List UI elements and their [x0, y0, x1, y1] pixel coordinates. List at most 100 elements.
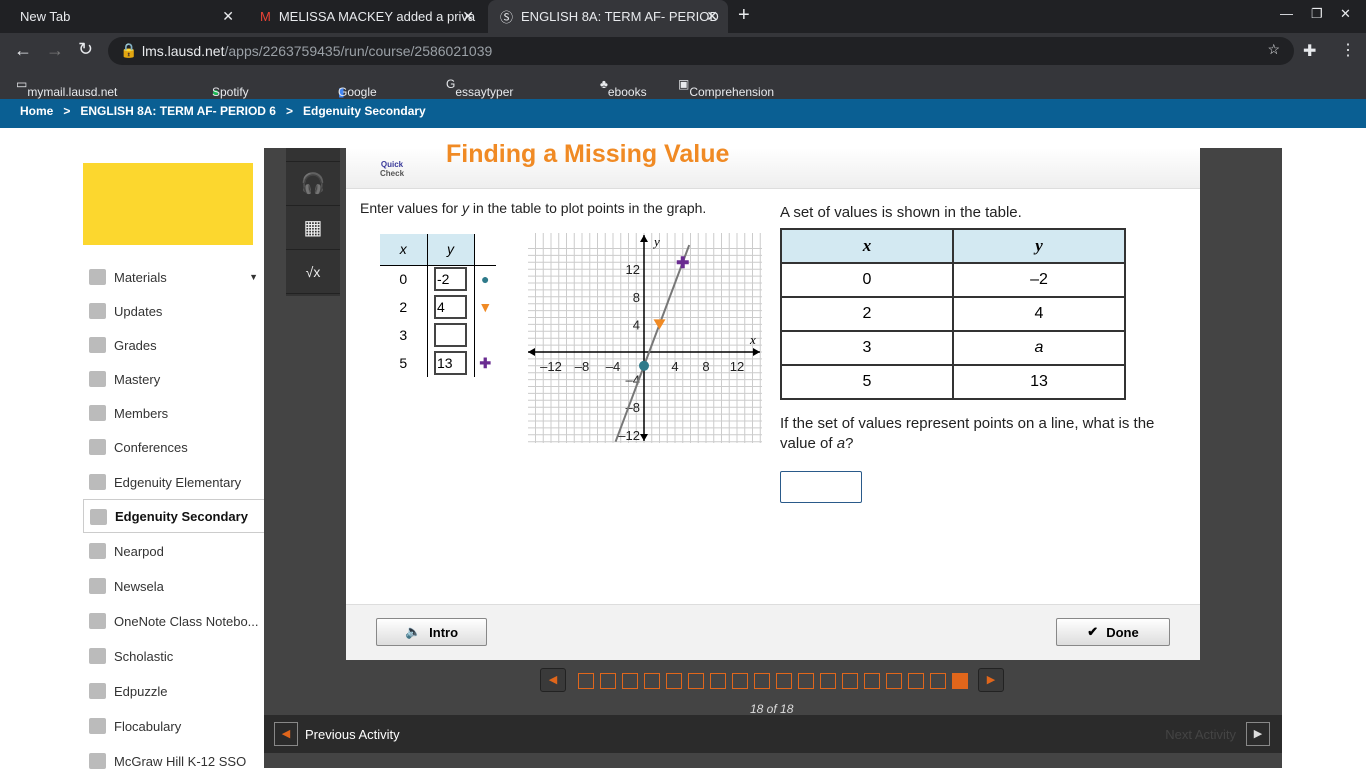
sidebar-item[interactable]: Flocabulary	[83, 709, 264, 743]
star-icon[interactable]: ☆	[1267, 41, 1280, 58]
done-button[interactable]: ✔ Done	[1056, 618, 1170, 646]
calculator-icon[interactable]: ▦	[286, 206, 340, 250]
breadcrumb-separator: >	[285, 104, 293, 118]
answer-input[interactable]	[780, 471, 862, 503]
pager-question-10[interactable]	[776, 673, 792, 689]
pager-question-6[interactable]	[688, 673, 704, 689]
pager-question-18[interactable]	[952, 673, 968, 689]
breadcrumb-current[interactable]: Edgenuity Secondary	[303, 104, 426, 118]
pencil-tool-icon[interactable]	[286, 148, 340, 162]
pager-question-13[interactable]	[842, 673, 858, 689]
new-tab-icon[interactable]: +	[738, 4, 750, 27]
quick-check-badge: Quick Check	[380, 160, 405, 178]
column-header-x: x	[780, 228, 954, 264]
input-table: xy 0 ● 2 ▼ 3 5 ✚	[380, 234, 496, 377]
close-icon[interactable]: ✕	[462, 8, 474, 25]
minimize-icon[interactable]: —	[1280, 6, 1293, 21]
y-input[interactable]	[434, 351, 467, 375]
pager-question-5[interactable]	[666, 673, 682, 689]
url-path: /apps/2263759435/run/course/2586021039	[224, 43, 493, 59]
pager-question-4[interactable]	[644, 673, 660, 689]
headphones-icon[interactable]: 🎧	[286, 162, 340, 206]
bookmark-comprehension[interactable]: ▣ Comprehension Qu...	[678, 77, 774, 113]
back-icon[interactable]: ←	[14, 40, 32, 61]
pager-question-1[interactable]	[578, 673, 594, 689]
x-tick-label: 4	[671, 359, 678, 374]
prompt-text: A set of values is shown in the table.	[780, 204, 1022, 221]
sidebar-app-icon	[89, 578, 106, 594]
bookmark-folder[interactable]: ▭ mymail.lausd.net bookmarks	[16, 77, 117, 113]
intro-button[interactable]: 🔈 Intro	[376, 618, 487, 646]
y-input[interactable]	[434, 267, 467, 292]
tab-english[interactable]: Ⓢ ENGLISH 8A: TERM AF- PERIOD ✕	[488, 0, 728, 33]
sidebar-item-label: OneNote Class Notebo...	[114, 613, 259, 629]
sidebar-item[interactable]: Materials ▼	[83, 260, 264, 294]
pager-question-3[interactable]	[622, 673, 638, 689]
address-bar: ← → ↻ 🔒 lms.lausd.net/apps/2263759435/run…	[0, 33, 1366, 69]
sidebar-item[interactable]: Edgenuity Secondary	[83, 499, 264, 533]
tab-gmail[interactable]: M MELISSA MACKEY added a priva ✕	[248, 0, 484, 33]
sidebar-item[interactable]: Edgenuity Elementary	[83, 465, 264, 499]
sidebar-item[interactable]: Conferences	[83, 430, 264, 464]
table-cell: 13	[952, 364, 1126, 400]
tab-new-tab[interactable]: New Tab ✕	[8, 0, 244, 33]
pager-question-15[interactable]	[886, 673, 902, 689]
pager-question-7[interactable]	[710, 673, 726, 689]
url-input[interactable]: 🔒 lms.lausd.net/apps/2263759435/run/cours…	[108, 37, 1294, 65]
forward-icon[interactable]: →	[46, 40, 64, 61]
triangle-marker-icon: ▼	[473, 293, 496, 321]
previous-activity-link[interactable]: Previous Activity	[305, 727, 400, 742]
y-axis-label: y	[652, 234, 660, 249]
close-icon[interactable]: ✕	[222, 8, 234, 25]
breadcrumb-home[interactable]: Home	[20, 104, 53, 118]
sidebar-item[interactable]: McGraw Hill K-12 SSO	[83, 744, 264, 778]
sidebar-item[interactable]: Members	[83, 396, 264, 430]
course-logo	[83, 163, 253, 245]
next-activity-link[interactable]: Next Activity	[1165, 727, 1236, 742]
pager-question-11[interactable]	[798, 673, 814, 689]
pager-question-8[interactable]	[732, 673, 748, 689]
sidebar-item[interactable]: Updates	[83, 294, 264, 328]
extensions-icon[interactable]: ✚	[1303, 41, 1316, 61]
sidebar-app-icon	[89, 474, 106, 490]
pager-next-button[interactable]: ▶	[978, 668, 1004, 692]
close-icon[interactable]: ✕	[706, 8, 718, 25]
pager-question-16[interactable]	[908, 673, 924, 689]
y-input[interactable]	[434, 295, 467, 319]
bookmark-ebooks[interactable]: ♣ ebooks	[600, 77, 647, 99]
previous-activity-icon[interactable]: ◀	[274, 722, 298, 746]
y-input[interactable]	[434, 323, 467, 347]
sidebar-item[interactable]: Mastery	[83, 362, 264, 396]
menu-icon[interactable]: ⋮	[1340, 40, 1356, 60]
table-cell: 2	[780, 296, 954, 332]
pager-question-9[interactable]	[754, 673, 770, 689]
pager-question-2[interactable]	[600, 673, 616, 689]
dropdown-caret-icon[interactable]: ▼	[249, 272, 258, 282]
sidebar-item[interactable]: Newsela	[83, 569, 264, 603]
bookmark-essaytyper[interactable]: G essaytyper - Google...	[446, 77, 513, 113]
y-tick-label: 12	[626, 262, 640, 277]
breadcrumb-separator: >	[63, 104, 71, 118]
sidebar-item[interactable]: Scholastic	[83, 639, 264, 673]
instruction-text: Enter values for y in the table to plot …	[360, 200, 707, 216]
tab-title: ENGLISH 8A: TERM AF- PERIOD	[521, 9, 719, 24]
sidebar-item[interactable]: Grades	[83, 328, 264, 362]
sidebar-item[interactable]: OneNote Class Notebo...	[83, 604, 264, 638]
restore-icon[interactable]: ❐	[1311, 6, 1323, 22]
close-window-icon[interactable]: ✕	[1340, 6, 1351, 22]
values-table: xy 0 –2 24 3a 5 13	[780, 228, 1126, 400]
bookmarks-bar: ▭ mymail.lausd.net bookmarks ● Spotify –…	[0, 69, 1366, 127]
sidebar-app-icon	[89, 683, 106, 699]
tab-title: New Tab	[20, 9, 71, 24]
formula-icon[interactable]: √x	[286, 250, 340, 294]
sidebar-item[interactable]: Nearpod	[83, 534, 264, 568]
sidebar-item-label: Edpuzzle	[114, 683, 168, 699]
pager-question-14[interactable]	[864, 673, 880, 689]
breadcrumb-course[interactable]: ENGLISH 8A: TERM AF- PERIOD 6	[80, 104, 276, 118]
reload-icon[interactable]: ↻	[78, 39, 93, 60]
sidebar-item[interactable]: Edpuzzle	[83, 674, 264, 708]
next-activity-icon[interactable]: ▶	[1246, 722, 1270, 746]
pager-question-17[interactable]	[930, 673, 946, 689]
pager-question-12[interactable]	[820, 673, 836, 689]
pager-prev-button[interactable]: ◀	[540, 668, 566, 692]
